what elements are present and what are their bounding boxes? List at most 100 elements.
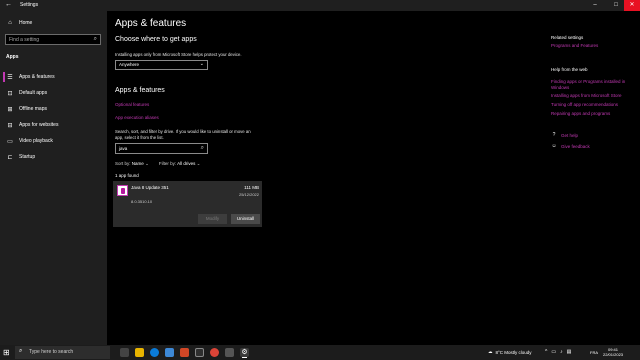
sidebar-item-apps-websites[interactable]: ⊟ Apps for websites bbox=[0, 117, 107, 133]
sidebar-item-label: Default apps bbox=[19, 90, 48, 96]
volume-icon[interactable]: ♪ bbox=[560, 349, 563, 355]
feedback-icon: ☺ bbox=[551, 143, 557, 149]
sidebar-item-apps-features[interactable]: ☰ Apps & features bbox=[0, 69, 107, 85]
get-help-link[interactable]: ? Get help bbox=[551, 132, 578, 138]
java-app-icon bbox=[117, 185, 128, 196]
search-icon[interactable]: ⌕ bbox=[201, 145, 204, 152]
home-label: Home bbox=[19, 20, 33, 26]
help-web-heading: Help from the web bbox=[551, 67, 588, 72]
related-settings-heading: Related settings bbox=[551, 35, 584, 40]
app-version: 8.0.3510.10 bbox=[131, 199, 153, 204]
app-list-item[interactable]: Java 8 Update 351 111 MB 25/12/2022 8.0.… bbox=[113, 181, 262, 227]
programs-features-link[interactable]: Programs and Features bbox=[551, 43, 598, 48]
taskbar-search-placeholder: Type here to search bbox=[29, 349, 74, 355]
search-icon[interactable]: ⌕ bbox=[94, 36, 97, 43]
chevron-down-icon: ⌄ bbox=[199, 61, 204, 67]
edge-browser-icon[interactable] bbox=[150, 348, 159, 357]
uninstall-button[interactable]: Uninstall bbox=[231, 214, 260, 224]
language-indicator[interactable]: FRA bbox=[590, 350, 598, 355]
title-bar: ← Settings – □ ✕ bbox=[0, 0, 640, 11]
chevron-up-icon[interactable]: ^ bbox=[545, 349, 547, 355]
optional-features-link[interactable]: Optional features bbox=[115, 102, 149, 107]
sidebar-home[interactable]: ⌂ Home bbox=[7, 20, 32, 26]
store-icon[interactable] bbox=[165, 348, 174, 357]
office-app-icon[interactable] bbox=[180, 348, 189, 357]
default-apps-icon: ⊡ bbox=[7, 90, 13, 97]
sidebar-item-video-playback[interactable]: ▭ Video playback bbox=[0, 133, 107, 149]
sidebar-item-label: Apps & features bbox=[19, 74, 55, 80]
app-execution-aliases-link[interactable]: App execution aliases bbox=[115, 115, 159, 120]
system-tray: ^ ▭ ♪ ▤ bbox=[545, 349, 571, 355]
keyboard-icon[interactable]: ▤ bbox=[567, 349, 572, 355]
sidebar-item-label: Apps for websites bbox=[19, 122, 59, 128]
sidebar-item-default-apps[interactable]: ⊡ Default apps bbox=[0, 85, 107, 101]
search-description-line2: app, select it from the list. bbox=[115, 135, 164, 140]
help-icon: ? bbox=[552, 132, 556, 138]
taskbar-pinned-apps: ⚙ bbox=[120, 348, 249, 357]
startup-icon: ⊏ bbox=[7, 154, 13, 161]
taskbar-search-box[interactable]: ⌕ Type here to search bbox=[15, 346, 110, 359]
sidebar-item-startup[interactable]: ⊏ Startup bbox=[0, 149, 107, 165]
maximize-button[interactable]: □ bbox=[609, 0, 623, 11]
help-link-finding-apps[interactable]: Finding apps or Programs installed in bbox=[551, 79, 625, 84]
window-title: Settings bbox=[20, 2, 39, 8]
cloud-icon: ☁ bbox=[488, 349, 493, 354]
app-size: 111 MB bbox=[244, 185, 259, 190]
file-explorer-icon[interactable] bbox=[135, 348, 144, 357]
filter-control[interactable]: Filter by: All drives ⌄ bbox=[159, 161, 201, 167]
sidebar-nav: ☰ Apps & features ⊡ Default apps ⊞ Offli… bbox=[0, 69, 107, 165]
sort-label: Sort by: bbox=[115, 161, 131, 166]
filter-label: Filter by: bbox=[158, 161, 177, 166]
search-icon: ⌕ bbox=[19, 348, 23, 354]
sort-filter-row: Sort by: Name ⌄ Filter by: All drives ⌄ bbox=[115, 161, 200, 167]
help-link-finding-apps-2[interactable]: Windows bbox=[551, 85, 569, 90]
sidebar-section-label: Apps bbox=[6, 54, 19, 60]
chevron-down-icon: ⌄ bbox=[145, 161, 149, 166]
weather-text: 8°C Mostly cloudy bbox=[495, 349, 532, 355]
help-link-repairing[interactable]: Repairing apps and programs bbox=[551, 111, 610, 116]
sidebar: ⌂ Home Find a setting ⌕ Apps ☰ Apps & fe… bbox=[0, 11, 107, 345]
dropdown-value: Anywhere bbox=[119, 62, 140, 67]
close-button[interactable]: ✕ bbox=[624, 0, 640, 11]
back-arrow-icon[interactable]: ← bbox=[5, 1, 12, 8]
task-view-icon[interactable] bbox=[120, 348, 129, 357]
sidebar-item-label: Startup bbox=[19, 154, 36, 160]
clock[interactable]: 09:41 22/01/2023 bbox=[603, 347, 623, 357]
app-source-dropdown[interactable]: Anywhere ⌄ bbox=[115, 60, 208, 70]
chrome-browser-icon[interactable] bbox=[210, 348, 219, 357]
find-setting-input[interactable]: Find a setting ⌕ bbox=[5, 34, 101, 45]
sort-value: Name bbox=[131, 161, 144, 166]
help-link-recommendations[interactable]: Turning off app recommendations bbox=[551, 102, 618, 107]
media-app-icon[interactable] bbox=[225, 348, 234, 357]
choose-description: Installing apps only from Microsoft Stor… bbox=[115, 52, 242, 57]
give-feedback-link[interactable]: ☺ Give feedback bbox=[551, 143, 590, 149]
results-count: 1 app found bbox=[115, 173, 139, 178]
get-help-label: Get help bbox=[561, 132, 579, 138]
page-title: Apps & features bbox=[115, 18, 187, 29]
video-playback-icon: ▭ bbox=[7, 138, 13, 145]
give-feedback-label: Give feedback bbox=[561, 143, 590, 149]
main-content: Apps & features Choose where to get apps… bbox=[107, 11, 640, 345]
sidebar-item-label: Video playback bbox=[19, 138, 53, 144]
apps-websites-icon: ⊟ bbox=[7, 122, 13, 129]
offline-maps-icon: ⊞ bbox=[7, 106, 13, 113]
filter-value: All drives bbox=[177, 161, 196, 166]
sidebar-item-offline-maps[interactable]: ⊞ Offline maps bbox=[0, 101, 107, 117]
minimize-button[interactable]: – bbox=[588, 0, 602, 11]
apps-heading: Apps & features bbox=[115, 87, 165, 94]
help-link-installing-apps[interactable]: Installing apps from Microsoft Store bbox=[551, 93, 622, 98]
clock-date: 22/01/2023 bbox=[603, 352, 624, 357]
modify-button[interactable]: Modify bbox=[198, 214, 227, 224]
app-icon[interactable] bbox=[195, 348, 204, 357]
settings-gear-icon[interactable]: ⚙ bbox=[240, 348, 249, 357]
chevron-down-icon: ⌄ bbox=[196, 161, 201, 166]
apps-features-icon: ☰ bbox=[7, 74, 13, 81]
network-icon[interactable]: ▭ bbox=[551, 349, 556, 355]
choose-heading: Choose where to get apps bbox=[115, 36, 197, 43]
taskbar: ⊞ ⌕ Type here to search ⚙ ☁ 8°C Mostly c… bbox=[0, 345, 640, 360]
app-name: Java 8 Update 351 bbox=[131, 185, 169, 190]
app-search-input[interactable]: java ⌕ bbox=[115, 143, 208, 154]
weather-widget[interactable]: ☁ 8°C Mostly cloudy bbox=[488, 349, 532, 355]
windows-start-icon[interactable]: ⊞ bbox=[3, 348, 10, 357]
sort-control[interactable]: Sort by: Name ⌄ bbox=[115, 161, 149, 167]
